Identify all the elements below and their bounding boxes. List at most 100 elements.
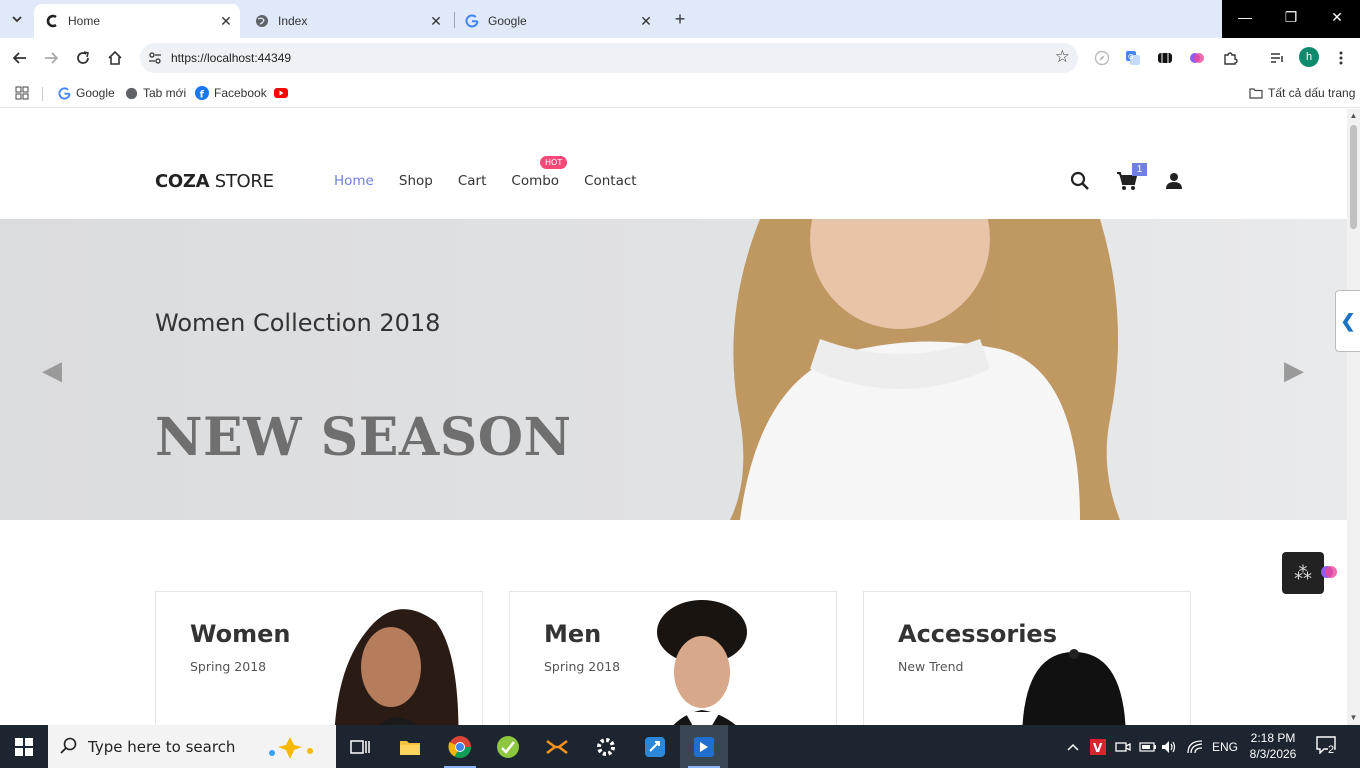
bookmark-separator xyxy=(42,87,43,101)
windows-taskbar: Type here to search V ENG 2:18 PM 8/3/20… xyxy=(0,725,1360,768)
bookmark-google[interactable]: Google xyxy=(57,84,115,102)
bookmark-star-icon[interactable]: ☆ xyxy=(1055,47,1070,67)
chrome-icon[interactable] xyxy=(436,725,484,768)
side-panel-toggle-icon[interactable]: ❮ xyxy=(1335,290,1360,352)
file-explorer-icon[interactable] xyxy=(386,725,434,768)
profile-avatar[interactable]: h xyxy=(1299,47,1319,67)
extension-compass-icon[interactable] xyxy=(1092,48,1112,68)
apps-grid-icon[interactable] xyxy=(15,84,29,102)
bookmark-label: Google xyxy=(76,86,115,100)
globe-icon xyxy=(254,13,270,29)
address-bar[interactable]: https://localhost:44349 ☆ xyxy=(140,43,1078,73)
site-info-icon[interactable] xyxy=(146,49,164,67)
clock-time: 2:18 PM xyxy=(1250,731,1296,745)
home-icon[interactable] xyxy=(103,46,127,70)
browser-tab-bar: Home ✕ Index ✕ Google ✕ + xyxy=(0,0,1360,38)
facebook-icon: f xyxy=(195,86,209,100)
close-tab-icon[interactable]: ✕ xyxy=(638,13,654,29)
scroll-down-icon[interactable]: ▼ xyxy=(1349,713,1358,723)
tab-google[interactable]: Google ✕ xyxy=(454,4,660,38)
volume-icon[interactable] xyxy=(1161,725,1177,768)
clock-date: 8/3/2026 xyxy=(1249,747,1297,761)
next-slide-arrow-icon[interactable]: ▶ xyxy=(1284,355,1304,386)
floating-widget-icon[interactable]: ⁂ xyxy=(1282,552,1324,594)
visual-studio-icon[interactable] xyxy=(680,725,728,768)
tab-search-button[interactable] xyxy=(6,8,28,30)
meet-now-icon[interactable] xyxy=(1115,725,1131,768)
banner-accessories[interactable]: Accessories New Trend xyxy=(863,591,1191,725)
taskbar-clock[interactable]: 2:18 PM 8/3/2026 xyxy=(1240,730,1306,762)
settings-gear-icon[interactable] xyxy=(582,725,630,768)
hero-title: NEW SEASON xyxy=(155,407,572,468)
windows-start-icon[interactable] xyxy=(0,725,48,768)
search-icon xyxy=(60,737,77,754)
translate-icon[interactable]: G xyxy=(1123,48,1143,68)
banner-title: Men xyxy=(544,620,602,648)
tab-title: Google xyxy=(488,14,527,28)
menu-item-shop[interactable]: Shop xyxy=(399,173,433,189)
banner-subtitle: Spring 2018 xyxy=(190,659,267,674)
reload-icon[interactable] xyxy=(71,46,95,70)
menu-item-home[interactable]: Home xyxy=(334,173,374,189)
orange-app-icon[interactable] xyxy=(533,725,581,768)
banner-subtitle: Spring 2018 xyxy=(544,659,621,674)
forward-arrow-icon[interactable] xyxy=(39,46,63,70)
all-bookmarks-folder[interactable]: Tất cả dấu trang xyxy=(1249,84,1355,102)
extension-grid-icon[interactable] xyxy=(1155,48,1175,68)
coza-favicon-icon xyxy=(44,13,60,29)
green-app-icon[interactable] xyxy=(484,725,532,768)
close-tab-icon[interactable]: ✕ xyxy=(428,13,444,29)
menu-item-cart[interactable]: Cart xyxy=(458,173,487,189)
network-icon[interactable] xyxy=(1187,725,1203,768)
tab-home[interactable]: Home ✕ xyxy=(34,4,240,38)
cart-count-badge: 1 xyxy=(1132,163,1147,176)
scrollbar-thumb[interactable] xyxy=(1350,125,1357,229)
new-tab-button[interactable]: + xyxy=(670,9,690,29)
battery-icon[interactable] xyxy=(1139,725,1157,768)
site-logo[interactable]: COZA STORE xyxy=(155,171,274,192)
women-model-image xyxy=(334,609,459,725)
banner-men[interactable]: Men Spring 2018 xyxy=(509,591,837,725)
back-arrow-icon[interactable] xyxy=(8,46,32,70)
media-control-icon[interactable] xyxy=(1267,48,1287,68)
logo-bold-text: COZA xyxy=(155,171,210,192)
extension-brain-icon[interactable] xyxy=(1187,48,1207,68)
blue-app-icon[interactable] xyxy=(631,725,679,768)
banner-women[interactable]: Women Spring 2018 xyxy=(155,591,483,725)
tab-title: Home xyxy=(68,14,101,28)
language-indicator[interactable]: ENG xyxy=(1212,725,1238,768)
search-icon[interactable] xyxy=(1068,169,1092,193)
minimize-icon[interactable]: — xyxy=(1222,0,1268,34)
notification-center-icon[interactable]: 2 xyxy=(1316,736,1336,757)
bookmark-youtube[interactable] xyxy=(274,84,293,102)
restore-icon[interactable]: ❐ xyxy=(1268,0,1314,34)
main-menu: Home Shop Cart Combo Contact xyxy=(334,173,662,189)
bookmark-facebook[interactable]: f Facebook xyxy=(195,84,267,102)
extensions-puzzle-icon[interactable] xyxy=(1220,48,1240,68)
google-icon xyxy=(57,86,71,100)
assistant-brain-icon[interactable] xyxy=(1320,563,1338,581)
show-hidden-icons-chevron[interactable] xyxy=(1066,725,1080,768)
task-view-icon[interactable] xyxy=(336,725,384,768)
category-banners: Women Spring 2018 Men Spring 2018 Access… xyxy=(155,591,1192,725)
menu-item-combo[interactable]: Combo xyxy=(511,173,559,189)
google-icon xyxy=(464,13,480,29)
taskbar-search-box[interactable]: Type here to search xyxy=(48,725,336,768)
scroll-up-icon[interactable]: ▲ xyxy=(1349,111,1358,121)
tab-index[interactable]: Index ✕ xyxy=(244,4,450,38)
logo-light-text: STORE xyxy=(209,171,274,192)
page-scrollbar[interactable]: ▲ ▼ xyxy=(1347,109,1360,725)
user-icon[interactable] xyxy=(1162,169,1186,193)
prev-slide-arrow-icon[interactable]: ◀ xyxy=(42,355,62,386)
vietkey-tray-icon[interactable]: V xyxy=(1090,725,1106,768)
menu-item-contact[interactable]: Contact xyxy=(584,173,637,189)
bookmark-new-tab[interactable]: Tab mới xyxy=(124,84,186,102)
model-photo-image xyxy=(730,219,1120,520)
close-tab-icon[interactable]: ✕ xyxy=(218,13,234,29)
tab-title: Index xyxy=(278,14,308,28)
close-window-icon[interactable]: ✕ xyxy=(1314,0,1360,34)
more-menu-icon[interactable] xyxy=(1331,48,1351,68)
svg-text:f: f xyxy=(200,90,205,101)
men-model-image xyxy=(657,600,747,725)
folder-icon xyxy=(1249,86,1263,100)
